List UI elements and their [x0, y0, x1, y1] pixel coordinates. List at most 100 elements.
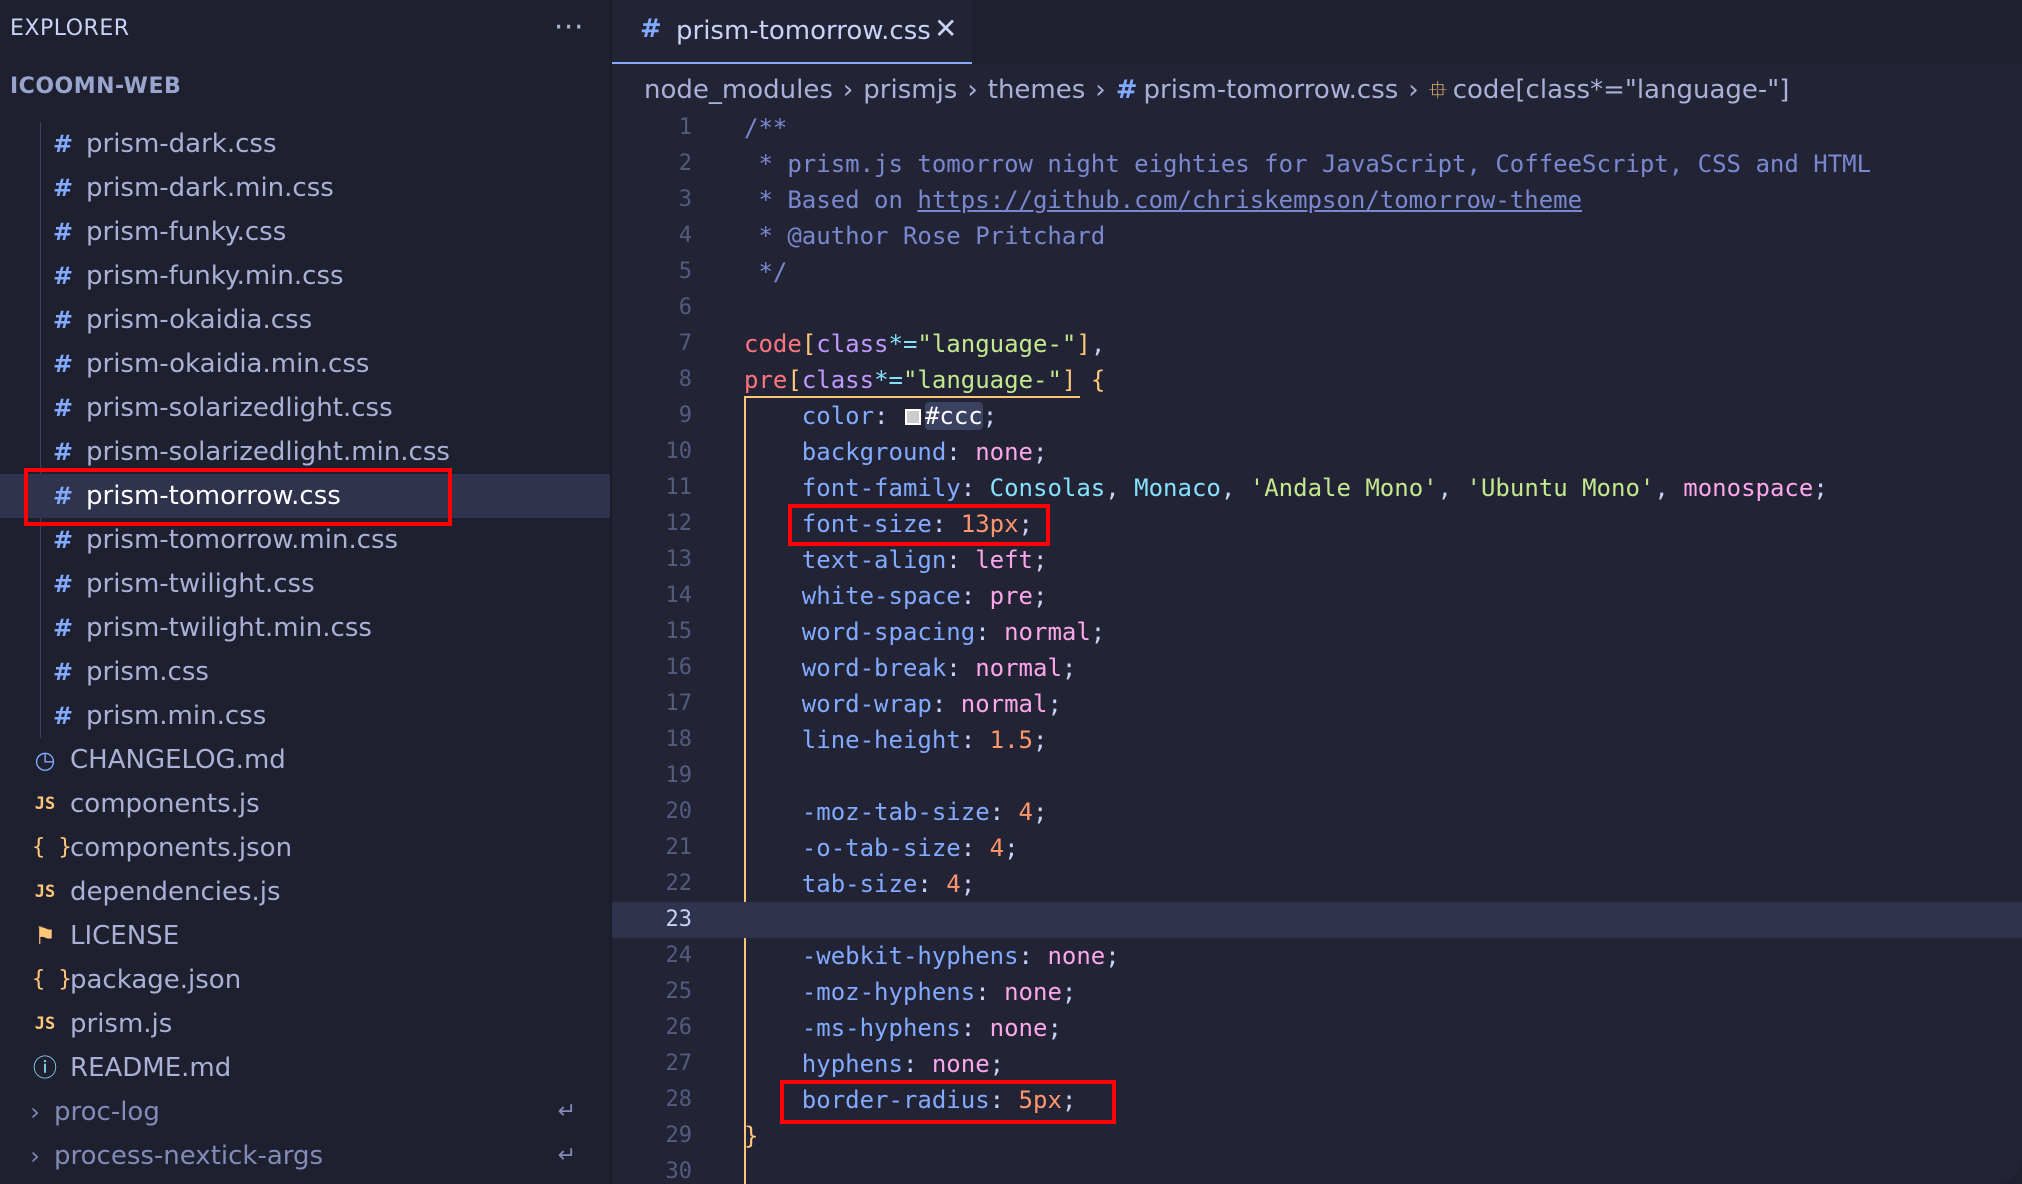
file-prism-funky-css[interactable]: # prism-funky.css: [0, 210, 610, 254]
breadcrumb-prismjs[interactable]: prismjs: [863, 75, 957, 105]
code-line: 4 * @author Rose Pritchard: [678, 222, 1106, 250]
file-prism-css[interactable]: # prism.css: [0, 650, 610, 694]
file-prism-twilight-css[interactable]: # prism-twilight.css: [0, 562, 610, 606]
symbol-icon: ⯐: [1428, 76, 1447, 104]
code-line: 6: [678, 295, 692, 320]
file-prism-okaidia-min-css[interactable]: # prism-okaidia.min.css: [0, 342, 610, 386]
code-line: 25 -moz-hyphens: none;: [665, 978, 1077, 1006]
file-prism-solarizedlight-css[interactable]: # prism-solarizedlight.css: [0, 386, 610, 430]
explorer-header: EXPLORER ···: [10, 10, 600, 56]
explorer-sidebar: EXPLORER ··· ICOOMN-WEB # prism-dark.css …: [0, 0, 612, 1184]
file-tree: # prism-dark.css # prism-dark.min.css # pri…: [0, 122, 610, 1178]
code-line: 29}: [665, 1122, 759, 1150]
breadcrumb-themes[interactable]: themes: [988, 75, 1086, 105]
css-file-icon: #: [1115, 75, 1138, 105]
editor-pane: # prism-tomorrow.css ✕ node_modules › pris…: [612, 0, 2022, 1184]
file-components-json[interactable]: { } components.json: [0, 826, 610, 870]
breadcrumb-symbol[interactable]: code[class*="language-"]: [1453, 75, 1790, 105]
code-line: 1/**: [678, 114, 788, 142]
file-prism-dark-css[interactable]: # prism-dark.css: [0, 122, 610, 166]
chevron-right-icon: ›: [1408, 75, 1419, 105]
css-file-icon: #: [52, 482, 74, 510]
chevron-right-icon: ›: [842, 75, 854, 105]
css-file-icon: #: [52, 702, 74, 730]
javascript-file-icon: JS: [34, 1014, 56, 1034]
code-line: 2 * prism.js tomorrow night eighties for…: [678, 150, 1872, 178]
symlink-icon: ↵: [557, 1099, 576, 1124]
file-changelog-md[interactable]: ◷ CHANGELOG.md: [0, 738, 610, 782]
folder-process-nextick-args[interactable]: › process-nextick-args ↵: [0, 1134, 610, 1178]
css-file-icon: #: [52, 174, 74, 202]
code-line: 8 pre[class*="language-"] {: [678, 366, 1106, 394]
javascript-file-icon: JS: [34, 794, 56, 814]
code-line: 7 code[class*="language-"],: [678, 330, 1106, 358]
breadcrumb-file[interactable]: prism-tomorrow.css: [1144, 75, 1399, 105]
color-swatch[interactable]: [904, 409, 921, 425]
chevron-right-icon: ›: [30, 1098, 40, 1126]
file-prism-dark-min-css[interactable]: # prism-dark.min.css: [0, 166, 610, 210]
info-icon: ⓘ: [33, 1054, 57, 1082]
css-file-icon: #: [52, 394, 74, 422]
code-line: 14 white-space: pre;: [665, 582, 1048, 610]
code-line: 18 line-height: 1.5;: [665, 726, 1048, 754]
file-prism-twilight-min-css[interactable]: # prism-twilight.min.css: [0, 606, 610, 650]
file-license[interactable]: ⚑ LICENSE: [0, 914, 610, 958]
json-file-icon: { }: [32, 967, 72, 992]
file-prism-tomorrow-min-css[interactable]: # prism-tomorrow.min.css: [0, 518, 610, 562]
symlink-icon: ↵: [557, 1143, 576, 1168]
css-file-icon: #: [52, 262, 74, 290]
vscode-window: EXPLORER ··· ICOOMN-WEB # prism-dark.css …: [0, 0, 2022, 1184]
file-components-js[interactable]: JS components.js: [0, 782, 610, 826]
tab-prism-tomorrow-css[interactable]: # prism-tomorrow.css ✕: [612, 0, 972, 64]
css-file-icon: #: [52, 130, 74, 158]
file-dependencies-js[interactable]: JS dependencies.js: [0, 870, 610, 914]
close-icon[interactable]: ✕: [934, 12, 957, 45]
code-line: 17 word-wrap: normal;: [665, 690, 1062, 718]
code-line: 22 tab-size: 4;: [665, 870, 976, 898]
code-line: 12 font-size: 13px;: [665, 510, 1034, 538]
code-line: 11 font-family: Consolas, Monaco, 'Andal…: [665, 474, 1828, 502]
more-actions-icon[interactable]: ···: [554, 10, 584, 45]
code-line: 20 -moz-tab-size: 4;: [665, 798, 1048, 826]
theme-url-link[interactable]: https://github.com/chriskempson/tomorrow…: [917, 186, 1582, 214]
breadcrumb-node-modules[interactable]: node_modules: [644, 75, 833, 105]
code-line: 13 text-align: left;: [665, 546, 1048, 574]
code-line: 9 color: #ccc;: [678, 402, 998, 430]
file-prism-funky-min-css[interactable]: # prism-funky.min.css: [0, 254, 610, 298]
license-icon: ⚑: [34, 922, 56, 950]
file-prism-okaidia-css[interactable]: # prism-okaidia.css: [0, 298, 610, 342]
code-line: 30: [665, 1159, 693, 1184]
file-readme-md[interactable]: ⓘ README.md: [0, 1046, 610, 1090]
tab-bar: # prism-tomorrow.css ✕: [612, 0, 2022, 64]
code-line: 10 background: none;: [665, 438, 1048, 466]
code-line: 5 */: [678, 258, 788, 286]
css-file-icon: #: [52, 526, 74, 554]
project-name[interactable]: ICOOMN-WEB: [10, 74, 181, 99]
chevron-right-icon: ›: [967, 75, 978, 105]
file-prism-solarizedlight-min-css[interactable]: # prism-solarizedlight.min.css: [0, 430, 610, 474]
explorer-title: EXPLORER: [10, 16, 130, 41]
history-icon: ◷: [34, 746, 56, 774]
chevron-right-icon: ›: [1095, 75, 1106, 105]
css-file-icon: #: [52, 614, 74, 642]
file-package-json[interactable]: { } package.json: [0, 958, 610, 1002]
file-prism-tomorrow-css[interactable]: # prism-tomorrow.css: [0, 474, 610, 518]
javascript-file-icon: JS: [34, 882, 56, 902]
file-prism-min-css[interactable]: # prism.min.css: [0, 694, 610, 738]
code-line: 27 hyphens: none;: [665, 1050, 1005, 1078]
css-file-icon: #: [52, 570, 74, 598]
css-file-icon: #: [52, 218, 74, 246]
code-line: 24 -webkit-hyphens: none;: [665, 942, 1120, 970]
code-line: 19: [665, 763, 693, 788]
code-editor[interactable]: 1/** 2 * prism.js tomorrow night eightie…: [612, 110, 2022, 1184]
file-prism-js[interactable]: JS prism.js: [0, 1002, 610, 1046]
css-file-icon: #: [52, 658, 74, 686]
chevron-right-icon: ›: [30, 1142, 40, 1170]
css-file-icon: #: [52, 438, 74, 466]
css-file-icon: #: [52, 306, 74, 334]
css-file-icon: #: [640, 14, 662, 44]
code-line: 21 -o-tab-size: 4;: [665, 834, 1019, 862]
tab-label: prism-tomorrow.css: [676, 16, 931, 46]
json-file-icon: { }: [32, 835, 72, 860]
folder-proc-log[interactable]: › proc-log ↵: [0, 1090, 610, 1134]
